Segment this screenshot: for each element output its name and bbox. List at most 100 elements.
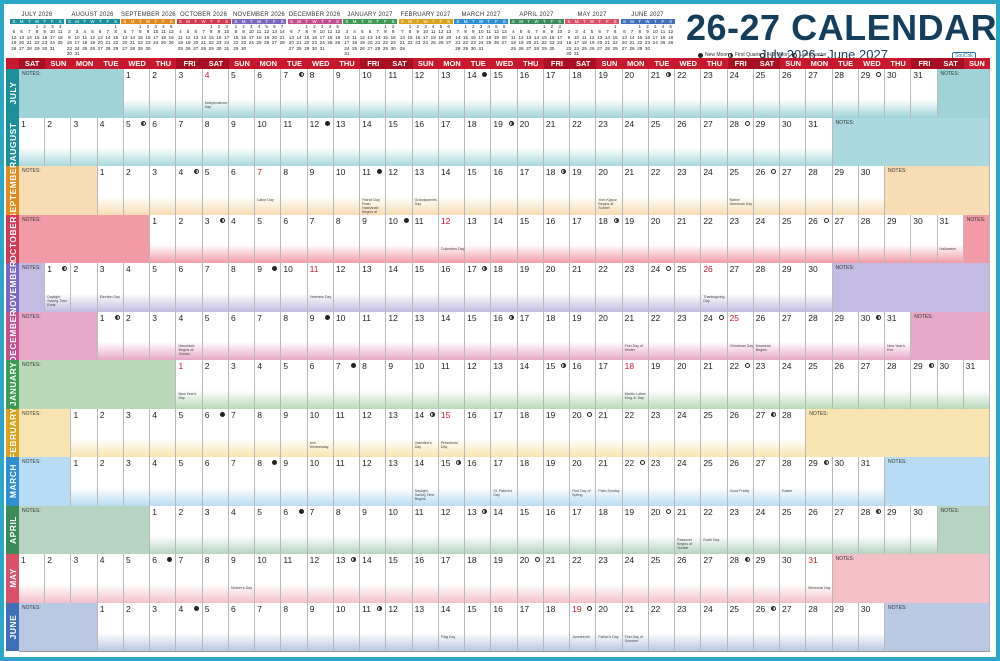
day-cell[interactable]: 6 xyxy=(281,505,308,554)
day-cell[interactable]: 25 Native American Day xyxy=(727,166,754,215)
day-cell[interactable]: 6 xyxy=(228,602,256,651)
day-cell[interactable]: 11 Veterans Day xyxy=(307,263,334,312)
day-cell[interactable]: 5 xyxy=(150,263,177,312)
day-cell[interactable]: 19 xyxy=(622,214,649,263)
day-cell[interactable]: 1 xyxy=(71,457,98,506)
day-cell[interactable]: 13 xyxy=(438,69,466,118)
day-cell[interactable]: 10 xyxy=(360,69,387,118)
day-cell[interactable]: 18 xyxy=(465,554,492,603)
notes-area[interactable]: NOTES: xyxy=(832,554,990,603)
day-cell[interactable]: 16 xyxy=(465,408,492,457)
day-cell[interactable]: 18 xyxy=(596,214,623,263)
day-cell[interactable]: 5 xyxy=(123,554,151,603)
notes-area[interactable]: NOTES: xyxy=(832,263,990,312)
day-cell[interactable]: 23 xyxy=(648,457,676,506)
notes-area[interactable]: NOTES: xyxy=(885,602,990,651)
day-cell[interactable]: 14 xyxy=(491,214,518,263)
day-cell[interactable]: 3 xyxy=(123,457,151,506)
day-cell[interactable]: 14 xyxy=(438,311,466,360)
day-cell[interactable]: 5 xyxy=(176,408,203,457)
day-cell[interactable]: 15 xyxy=(438,457,466,506)
day-cell[interactable]: 12 xyxy=(307,554,334,603)
day-cell[interactable]: 9 xyxy=(307,166,334,215)
day-cell[interactable]: 29 xyxy=(832,602,859,651)
day-cell[interactable]: 26 xyxy=(780,69,807,118)
day-cell[interactable]: 11 xyxy=(412,214,439,263)
day-cell[interactable]: 14 xyxy=(360,554,387,603)
day-cell[interactable]: 16 xyxy=(543,214,571,263)
day-cell[interactable]: 23 xyxy=(753,360,781,409)
day-cell[interactable]: 30 xyxy=(858,166,886,215)
day-cell[interactable]: 15 xyxy=(386,117,413,166)
day-cell[interactable]: 16 xyxy=(412,554,439,603)
day-cell[interactable]: 29 xyxy=(832,311,859,360)
day-cell[interactable]: 9 xyxy=(307,602,334,651)
day-cell[interactable]: 1 Daylight Saving Time Ends xyxy=(45,263,72,312)
day-cell[interactable]: 25 xyxy=(806,360,833,409)
day-cell[interactable]: 28 xyxy=(727,554,754,603)
day-cell[interactable]: 14 xyxy=(491,505,518,554)
day-cell[interactable]: 14 xyxy=(386,263,413,312)
day-cell[interactable]: 9 xyxy=(281,457,308,506)
day-cell[interactable]: 27 xyxy=(727,263,754,312)
day-cell[interactable]: 14 Valentine's Day xyxy=(412,408,439,457)
day-cell[interactable]: 31 xyxy=(963,360,990,409)
day-cell[interactable]: 9 xyxy=(360,214,387,263)
day-cell[interactable]: 7 xyxy=(228,457,256,506)
day-cell[interactable]: 22 Earth Day xyxy=(701,505,728,554)
day-cell[interactable]: 23 xyxy=(622,263,649,312)
day-cell[interactable]: 24 xyxy=(701,166,728,215)
day-cell[interactable]: 23 xyxy=(727,505,754,554)
day-cell[interactable]: 10 xyxy=(333,166,361,215)
day-cell[interactable]: 6 xyxy=(202,408,229,457)
day-cell[interactable]: 23 xyxy=(675,602,702,651)
notes-area[interactable]: NOTES: xyxy=(19,69,124,118)
day-cell[interactable]: 9 xyxy=(333,69,361,118)
day-cell[interactable]: 8 xyxy=(333,214,361,263)
day-cell[interactable]: 13 xyxy=(333,554,361,603)
day-cell[interactable]: 17 xyxy=(517,166,544,215)
day-cell[interactable]: 21 xyxy=(701,360,728,409)
day-cell[interactable]: 28 xyxy=(806,602,833,651)
day-cell[interactable]: 31 xyxy=(858,457,886,506)
notes-area[interactable]: NOTES: xyxy=(885,457,990,506)
notes-area[interactable]: NOTES: xyxy=(19,311,98,360)
day-cell[interactable]: 4 xyxy=(150,457,177,506)
day-cell[interactable]: 26 xyxy=(753,602,781,651)
day-cell[interactable]: 17 xyxy=(517,602,544,651)
day-cell[interactable]: 11 xyxy=(333,457,361,506)
day-cell[interactable]: 24 xyxy=(701,311,728,360)
day-cell[interactable]: 26 xyxy=(832,360,859,409)
day-cell[interactable]: 19 xyxy=(543,457,571,506)
day-cell[interactable]: 25 xyxy=(780,505,807,554)
day-cell[interactable]: 18 xyxy=(543,311,571,360)
day-cell[interactable]: 16 xyxy=(465,457,492,506)
day-cell[interactable]: 15 xyxy=(491,69,518,118)
day-cell[interactable]: 5 xyxy=(123,117,151,166)
day-cell[interactable]: 10 xyxy=(333,602,361,651)
day-cell[interactable]: 13 xyxy=(491,360,518,409)
day-cell[interactable]: 26 Thanksgiving Day xyxy=(701,263,728,312)
day-cell[interactable]: 20 xyxy=(648,505,676,554)
notes-area[interactable]: NOTES: xyxy=(963,214,990,263)
day-cell[interactable]: 20 xyxy=(596,311,623,360)
day-cell[interactable]: 22 xyxy=(701,214,728,263)
day-cell[interactable]: 6 xyxy=(176,263,203,312)
notes-area[interactable]: NOTES: xyxy=(19,214,151,263)
day-cell[interactable]: 2 xyxy=(150,69,177,118)
day-cell[interactable]: 8 xyxy=(228,263,256,312)
day-cell[interactable]: 22 xyxy=(596,263,623,312)
day-cell[interactable]: 9 xyxy=(255,263,282,312)
day-cell[interactable]: 27 xyxy=(753,408,781,457)
day-cell[interactable]: 21 xyxy=(596,408,623,457)
day-cell[interactable]: 10 xyxy=(386,505,413,554)
day-cell[interactable]: 11 xyxy=(333,408,361,457)
day-cell[interactable]: 15 xyxy=(517,214,544,263)
day-cell[interactable]: 18 Martin Luther King Jr. Day xyxy=(622,360,649,409)
day-cell[interactable]: 21 xyxy=(570,263,597,312)
day-cell[interactable]: 7 xyxy=(202,263,229,312)
day-cell[interactable]: 9 xyxy=(307,311,334,360)
day-cell[interactable]: 17 xyxy=(438,554,466,603)
day-cell[interactable]: 1 xyxy=(150,214,177,263)
day-cell[interactable]: 18 xyxy=(517,457,544,506)
